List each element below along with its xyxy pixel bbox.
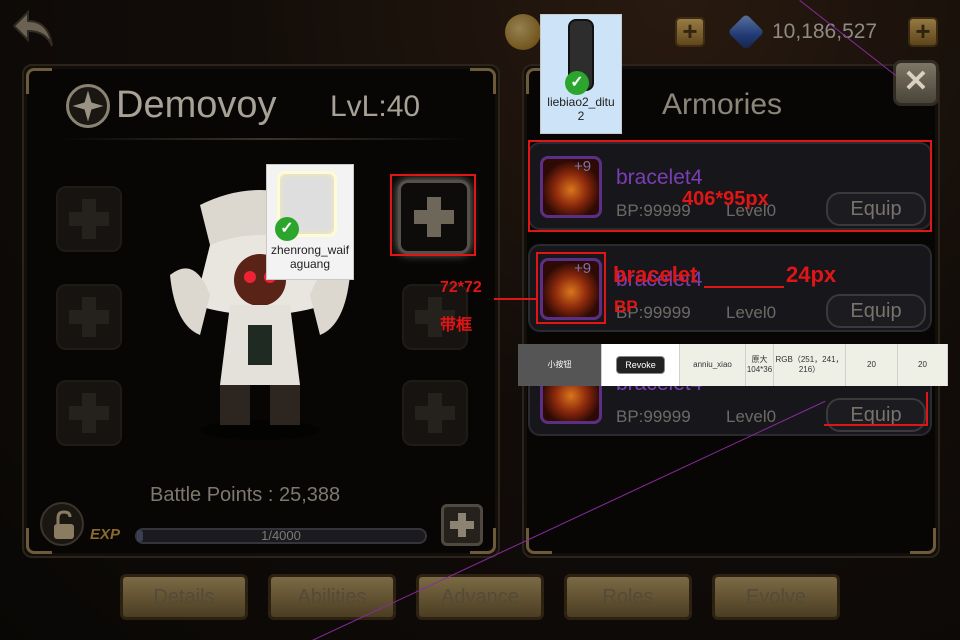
add-gold-button[interactable]: +: [675, 17, 705, 47]
spec-row: 小按钮 Revoke anniu_xiao 原大 104*36 RGB（251，…: [518, 344, 948, 386]
ornament-corner: [26, 68, 52, 94]
add-exp-button[interactable]: [441, 504, 483, 546]
check-icon: ✓: [275, 217, 299, 241]
exp-progress-text: 1/4000: [261, 528, 301, 543]
ornament-corner: [470, 68, 496, 94]
exp-progress-bar: 1/4000: [135, 528, 427, 544]
asset-preview-halo: ✓ zhenrong_waifaguang: [266, 164, 354, 280]
spec-cell-preview: Revoke: [602, 344, 680, 386]
ornament-corner: [910, 528, 936, 554]
hero-name: Demovoy: [116, 84, 277, 126]
battle-points: Battle Points : 25,388: [150, 484, 341, 506]
annotation-card-box: [528, 140, 932, 232]
check-icon: ✓: [565, 71, 589, 95]
annotation-card-size: 406*95px: [682, 188, 769, 210]
spec-cell: 20: [846, 344, 898, 386]
annotation-icon-size: 72*72: [440, 279, 482, 296]
armory-item-level: Level0: [726, 303, 777, 322]
annotation-icon-note: 带框: [440, 317, 473, 334]
hero-level: LvL:40: [330, 90, 421, 123]
annotation-underline: [704, 286, 784, 288]
tab-details[interactable]: Details: [120, 574, 248, 620]
exp-label: EXP: [90, 526, 121, 543]
title-divider: [60, 138, 470, 140]
asset-filename: zhenrong_waifaguang: [270, 243, 350, 271]
tab-advance[interactable]: Advance: [416, 574, 544, 620]
tab-evolve[interactable]: Evolve: [712, 574, 840, 620]
spec-cell: 小按钮: [518, 344, 602, 386]
equip-slot-left-1[interactable]: [56, 186, 122, 252]
asset-preview-list-bg: ✓ liebiao2_ditu 2: [540, 14, 622, 134]
equip-slot-right-3[interactable]: [402, 380, 468, 446]
back-arrow-icon: [12, 9, 53, 47]
gold-coin-icon: [505, 14, 541, 50]
annotation-name-size: 24px: [786, 262, 837, 287]
spec-cell: 原大 104*36: [746, 344, 774, 386]
equip-slot-left-3[interactable]: [56, 380, 122, 446]
armory-item-level: Level0: [726, 407, 777, 426]
annotation-slot-box: [390, 174, 476, 256]
asset-filename: liebiao2_ditu 2: [547, 95, 615, 123]
annotation-name-prefix: bracelet: [613, 262, 698, 287]
spec-cell: RGB（251，241，216）: [774, 344, 846, 386]
revoke-button-preview: Revoke: [616, 356, 665, 374]
tab-abilities[interactable]: Abilities: [268, 574, 396, 620]
equip-slot-left-2[interactable]: [56, 284, 122, 350]
gem-currency: 10,186,527 +: [727, 13, 938, 51]
armory-item-bp: BP:99999: [616, 407, 691, 426]
equip-button[interactable]: Equip: [826, 294, 926, 328]
annotation-icon-box: [536, 252, 606, 324]
back-button[interactable]: [10, 6, 56, 50]
tab-roles[interactable]: Roles: [564, 574, 692, 620]
compass-emblem-icon: [66, 84, 110, 128]
add-gem-button[interactable]: +: [908, 17, 938, 47]
unlock-icon[interactable]: [40, 502, 84, 546]
spec-cell: 20: [898, 344, 948, 386]
diamond-icon: [727, 13, 765, 51]
spec-cell: anniu_xiao: [680, 344, 746, 386]
annotation-equip-box: [824, 392, 928, 426]
annotation-pointer: [494, 298, 536, 300]
ornament-corner: [526, 528, 552, 554]
armories-title: Armories: [662, 88, 783, 121]
close-button[interactable]: ✕: [893, 60, 939, 106]
annotation-bp-label: BP: [614, 297, 638, 316]
hero-tab-bar: Details Abilities Advance Roles Evolve: [120, 574, 840, 620]
